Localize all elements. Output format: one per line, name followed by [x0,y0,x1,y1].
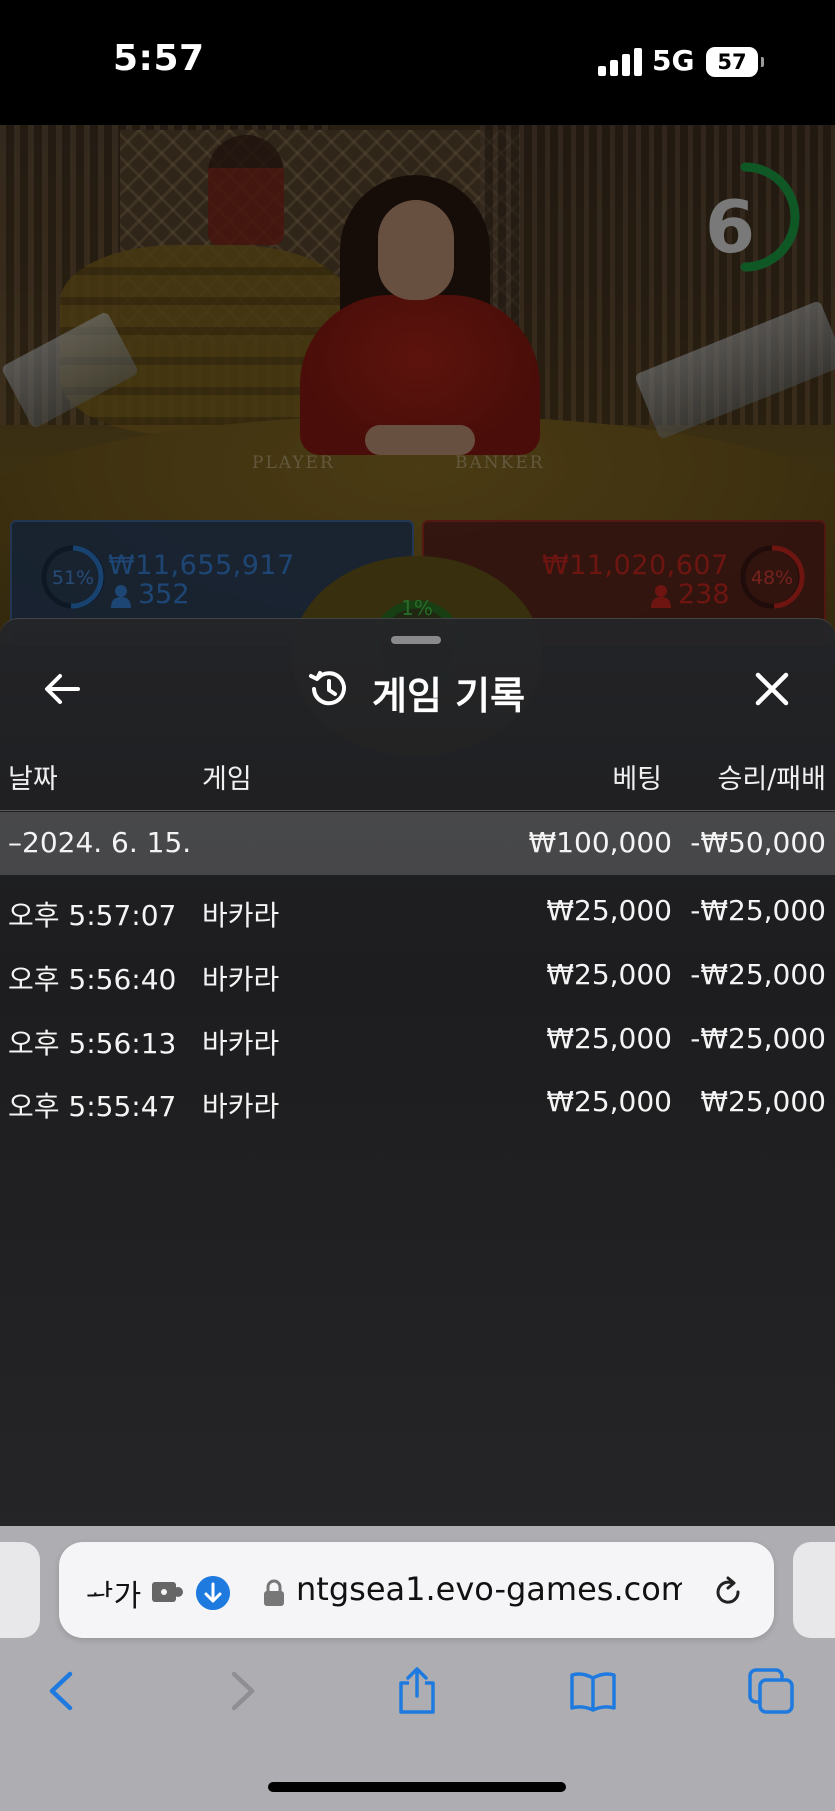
day-bet-total: ₩100,000 [528,826,672,859]
download-icon[interactable] [196,1576,230,1610]
day-date: –2024. 6. 15. [8,826,192,859]
row-game: 바카라 [202,1090,280,1123]
row-bet: ₩25,000 [546,1022,672,1055]
share-icon[interactable] [392,1666,442,1716]
next-tab-preview[interactable] [793,1542,835,1638]
day-winloss-total: -₩50,000 [690,826,826,859]
column-header-bet: 베팅 [612,764,662,795]
game-history-sheet: 게임 기록 날짜 게임 베팅 승리/패배 –2024. 6. 15. ₩100,… [0,618,835,1527]
column-header-game: 게임 [202,764,252,795]
status-bar: 5:57 5G 57 [0,0,835,125]
row-winloss: ₩25,000 [700,1085,826,1118]
header-divider [0,810,835,811]
row-bet: ₩25,000 [546,894,672,927]
network-type: 5G [652,44,695,77]
bookmarks-icon[interactable] [568,1666,618,1716]
row-time: 오후 5:57:07 [8,899,177,932]
home-indicator [268,1782,566,1792]
back-icon[interactable] [38,1666,88,1716]
row-bet: ₩25,000 [546,958,672,991]
history-clock-icon [309,671,346,706]
reload-icon[interactable] [710,1574,746,1610]
day-summary-row[interactable]: –2024. 6. 15. ₩100,000 -₩50,000 [0,812,835,875]
status-time: 5:57 [113,38,205,79]
tabs-icon[interactable] [746,1666,796,1716]
lock-icon [264,1579,284,1606]
row-winloss: -₩25,000 [690,894,826,927]
row-game: 바카라 [202,963,280,996]
column-header-winloss: 승리/패배 [717,764,826,795]
column-header-date: 날짜 [8,764,58,795]
row-time: 오후 5:56:13 [8,1027,177,1060]
signal-icon [598,48,642,76]
row-game: 바카라 [202,1027,280,1060]
row-bet: ₩25,000 [546,1085,672,1118]
close-icon[interactable] [750,667,794,711]
previous-tab-preview[interactable] [0,1542,40,1638]
row-time: 오후 5:56:40 [8,963,177,996]
battery-icon: 57 [706,47,764,77]
sheet-grabber[interactable] [391,636,441,644]
back-arrow-icon[interactable] [40,667,84,711]
extension-icon[interactable] [150,1577,186,1607]
url-text[interactable]: ntgsea1.evo-games.com [296,1570,682,1608]
row-winloss: -₩25,000 [690,958,826,991]
row-game: 바카라 [202,899,280,932]
forward-icon[interactable] [216,1666,266,1716]
page-settings-button[interactable]: ᅪ가 [86,1571,141,1615]
row-time: 오후 5:55:47 [8,1090,177,1123]
sheet-title: 게임 기록 [372,674,526,718]
row-winloss: -₩25,000 [690,1022,826,1055]
